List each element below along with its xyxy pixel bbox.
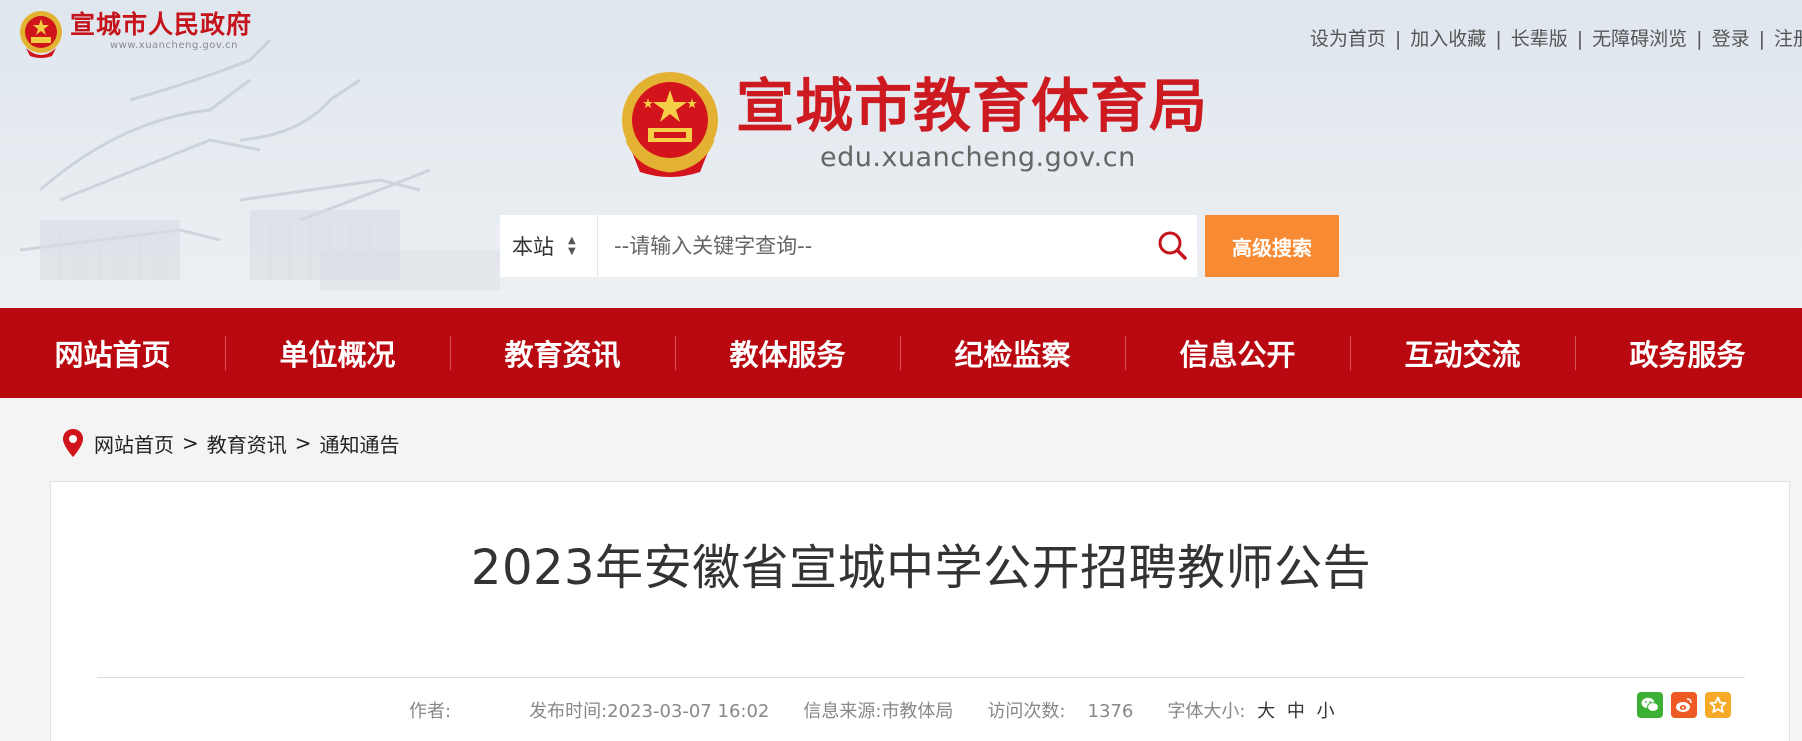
source-label: 信息来源: [803,701,882,722]
title-divider [97,677,1745,678]
link-separator: | [1696,28,1703,50]
breadcrumb-separator: > [182,431,199,455]
breadcrumb-separator: > [294,431,312,455]
meta-author: 作者: [409,697,495,723]
nav-item-home[interactable]: 网站首页 [0,308,225,398]
nav-item-interaction[interactable]: 互动交流 [1350,308,1575,398]
author-label: 作者: [409,701,452,722]
sort-arrows-icon: ▲ ▼ [568,235,576,257]
main-navigation: 网站首页 单位概况 教育资讯 教体服务 纪检监察 信息公开 互动交流 政务服务 [0,308,1802,398]
source-value: 市教体局 [881,701,954,722]
site-title: 宣城市教育体育局 [736,72,1209,140]
national-emblem-icon [20,11,62,58]
search-icon[interactable] [1156,229,1190,263]
breadcrumb-item-home[interactable]: 网站首页 [94,429,174,458]
font-size-small-option[interactable]: 小 [1317,701,1335,722]
meta-published: 发布时间:2023-03-07 16:02 [529,697,769,723]
meta-font-size: 字体大小: 大 中 小 [1167,697,1334,723]
published-value: 2023-03-07 16:02 [607,701,770,722]
published-label: 发布时间: [529,701,608,722]
meta-visits: 访问次数: 1376 [987,697,1133,723]
city-government-logo[interactable]: 宣城市人民政府 www.xuancheng.gov.cn [18,10,252,60]
weibo-icon[interactable] [1671,692,1697,718]
nav-item-discipline[interactable]: 纪检监察 [900,308,1125,398]
nav-item-education-news[interactable]: 教育资讯 [450,308,675,398]
breadcrumb-item-notices[interactable]: 通知通告 [320,429,400,458]
add-favorite-link[interactable]: 加入收藏 [1410,28,1486,50]
article-title: 2023年安徽省宣城中学公开招聘教师公告 [470,540,1372,596]
link-separator: | [1394,28,1402,50]
site-header: 宣城市人民政府 www.xuancheng.gov.cn 设为首页 | 加入收藏 | 长… [0,0,1802,308]
accessibility-link[interactable]: 无障碍浏览 [1592,28,1687,50]
nav-item-info-disclosure[interactable]: 信息公开 [1125,308,1350,398]
set-homepage-link[interactable]: 设为首页 [1310,28,1386,50]
location-pin-icon [63,429,83,457]
link-separator: | [1495,28,1502,50]
government-name: 宣城市人民政府 [70,10,253,39]
elderly-version-link[interactable]: 长辈版 [1511,28,1568,50]
article-card: 2023年安徽省宣城中学公开招聘教师公告 作者: 发布时间:2023-03-07… [50,481,1790,741]
site-logo[interactable]: 宣城市教育体育局 edu.xuancheng.gov.cn [618,70,1208,182]
search-input[interactable] [598,215,1197,277]
top-utility-links: 设为首页 | 加入收藏 | 长辈版 | 无障碍浏览 | 登录 | 注册 [1310,24,1802,51]
font-size-label: 字体大小: [1167,701,1246,722]
advanced-search-button[interactable]: 高级搜索 [1205,215,1339,277]
search-scope-select[interactable]: 本站 ▲ ▼ [500,215,598,277]
breadcrumb: 网站首页 > 教育资讯 > 通知通告 [62,428,400,458]
breadcrumb-item-education-news[interactable]: 教育资讯 [207,429,287,458]
search-bar: 本站 ▲▼ 高级搜索 [500,215,1339,277]
nav-item-overview[interactable]: 单位概况 [225,308,450,398]
search-scope-value: 本站 [512,235,554,259]
wechat-icon[interactable] [1637,692,1663,718]
link-separator: | [1758,28,1765,50]
visits-label: 访问次数: [987,701,1066,722]
share-buttons [1629,692,1731,718]
font-size-large-option[interactable]: 大 [1257,701,1275,722]
visits-value: 1376 [1087,701,1134,722]
link-separator: | [1576,28,1584,50]
favorite-icon[interactable] [1705,692,1731,718]
site-domain: edu.xuancheng.gov.cn [820,142,1136,173]
nav-item-services[interactable]: 教体服务 [675,308,900,398]
article-meta: 作者: 发布时间:2023-03-07 16:02 信息来源:市教体局 访问次数… [409,697,1369,723]
font-size-medium-option[interactable]: 中 [1287,701,1305,722]
login-link[interactable]: 登录 [1712,28,1750,50]
register-link[interactable]: 注册 [1774,28,1802,50]
government-domain: www.xuancheng.gov.cn [110,40,238,51]
nav-item-government-services[interactable]: 政务服务 [1575,308,1800,398]
national-emblem-icon [622,72,718,177]
meta-source: 信息来源:市教体局 [803,697,953,723]
